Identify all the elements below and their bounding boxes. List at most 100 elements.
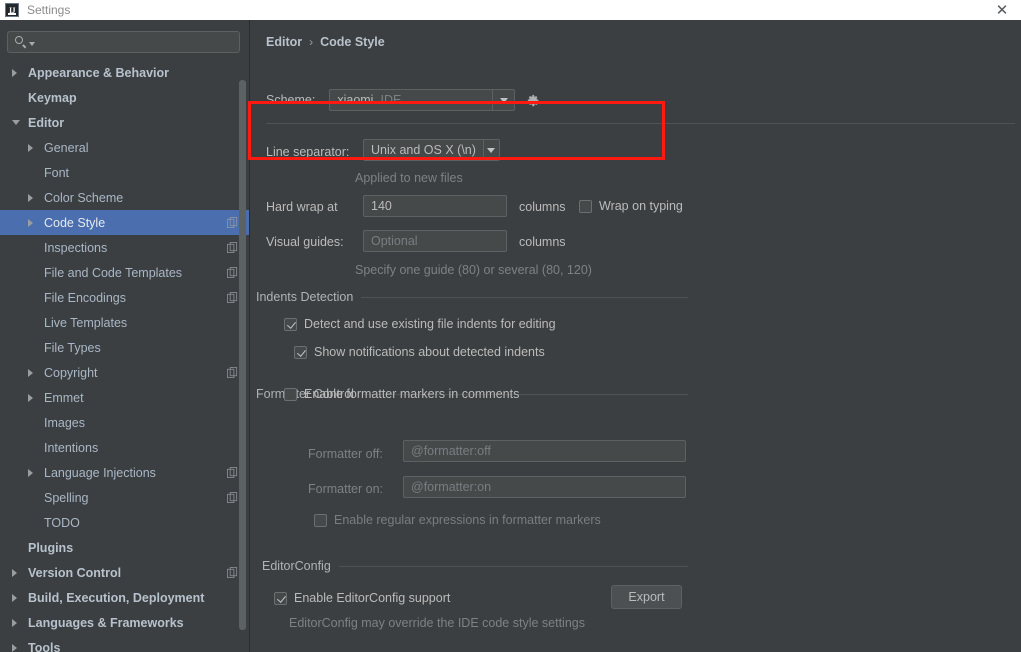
copy-settings-icon[interactable] — [227, 367, 238, 378]
search-input[interactable] — [35, 32, 239, 52]
chevron-right-icon[interactable] — [28, 143, 33, 152]
sidebar-item-keymap[interactable]: Keymap — [0, 85, 250, 110]
sidebar-item-plugins[interactable]: Plugins — [0, 535, 250, 560]
sidebar-item-inspections[interactable]: Inspections — [0, 235, 250, 260]
copy-settings-icon[interactable] — [227, 567, 238, 578]
scheme-settings-gear-button[interactable] — [527, 94, 550, 107]
copy-settings-icon[interactable] — [227, 267, 238, 278]
sidebar-item-images[interactable]: Images — [0, 410, 250, 435]
visual-guides-hint: Specify one guide (80) or several (80, 1… — [355, 263, 592, 277]
title-bar: IJ Settings ✕ — [0, 0, 1021, 20]
enable-regex-markers-row[interactable]: Enable regular expressions in formatter … — [314, 513, 601, 527]
formatter-on-input[interactable]: @formatter:on — [403, 476, 686, 498]
enable-formatter-markers-control[interactable]: Enable formatter markers in comments — [284, 387, 519, 401]
chevron-right-icon[interactable] — [28, 393, 33, 402]
scheme-combobox[interactable]: xiaomi IDE — [329, 89, 516, 111]
sidebar-item-label: Editor — [28, 115, 65, 130]
copy-settings-icon[interactable] — [227, 292, 238, 303]
indents-detection-section-header: Indents Detection — [256, 290, 688, 304]
export-button[interactable]: Export — [611, 585, 682, 609]
scheme-name: xiaomi — [337, 93, 374, 107]
sidebar-item-editor[interactable]: Editor — [0, 110, 250, 135]
sidebar-item-label: Build, Execution, Deployment — [28, 590, 205, 605]
editorconfig-section-header: EditorConfig — [262, 559, 688, 573]
sidebar-item-label: Color Scheme — [44, 190, 124, 205]
sidebar-item-font[interactable]: Font — [0, 160, 250, 185]
line-separator-value: Unix and OS X (\n) — [371, 143, 476, 157]
sidebar-item-live-templates[interactable]: Live Templates — [0, 310, 250, 335]
sidebar-item-file-and-code-templates[interactable]: File and Code Templates — [0, 260, 250, 285]
sidebar-item-copyright[interactable]: Copyright — [0, 360, 250, 385]
sidebar-item-version-control[interactable]: Version Control — [0, 560, 250, 585]
copy-settings-icon[interactable] — [227, 467, 238, 478]
enable-editorconfig-label: Enable EditorConfig support — [294, 591, 451, 605]
sidebar-scrollbar[interactable] — [239, 80, 246, 640]
sidebar-item-language-injections[interactable]: Language Injections — [0, 460, 250, 485]
copy-settings-icon — [227, 567, 238, 578]
copy-settings-icon[interactable] — [227, 492, 238, 503]
sidebar-item-file-types[interactable]: File Types — [0, 335, 250, 360]
chevron-right-icon[interactable] — [12, 643, 17, 652]
line-separator-combobox-arrow-icon[interactable] — [482, 140, 499, 160]
show-indent-notifications-checkbox[interactable] — [294, 345, 307, 359]
chevron-right-icon[interactable] — [12, 618, 17, 627]
sidebar-item-intentions[interactable]: Intentions — [0, 435, 250, 460]
chevron-right-icon[interactable] — [28, 193, 33, 202]
gear-dropdown-caret-icon[interactable] — [543, 101, 550, 104]
sidebar-item-code-style[interactable]: Code Style — [0, 210, 250, 235]
line-separator-hint: Applied to new files — [355, 171, 463, 185]
chevron-right-icon[interactable] — [12, 568, 17, 577]
close-icon[interactable]: ✕ — [989, 0, 1015, 20]
chevron-right-icon[interactable] — [28, 368, 33, 377]
enable-editorconfig-row[interactable]: Enable EditorConfig support — [274, 591, 450, 605]
detect-indents-row[interactable]: Detect and use existing file indents for… — [284, 317, 556, 331]
wrap-on-typing-checkbox[interactable] — [579, 199, 592, 213]
scheme-divider — [266, 123, 1015, 124]
chevron-right-icon[interactable] — [12, 593, 17, 602]
chevron-right-icon[interactable] — [12, 68, 17, 77]
sidebar-item-todo[interactable]: TODO — [0, 510, 250, 535]
sidebar-item-languages-frameworks[interactable]: Languages & Frameworks — [0, 610, 250, 635]
visual-guides-input[interactable]: Optional — [363, 230, 507, 252]
sidebar-item-spelling[interactable]: Spelling — [0, 485, 250, 510]
visual-guides-unit: columns — [519, 235, 566, 249]
copy-settings-icon[interactable] — [227, 217, 238, 228]
visual-guides-label: Visual guides: — [266, 235, 344, 249]
sidebar-scrollbar-thumb[interactable] — [239, 80, 246, 630]
search-field[interactable] — [7, 31, 240, 53]
chevron-down-icon[interactable] — [12, 120, 20, 125]
sidebar-item-label: Code Style — [44, 215, 106, 230]
breadcrumb-parent[interactable]: Editor — [266, 35, 302, 49]
sidebar-item-label: Live Templates — [44, 315, 128, 330]
formatter-on-label: Formatter on: — [308, 482, 384, 496]
copy-settings-icon — [227, 267, 238, 278]
enable-formatter-markers-checkbox[interactable] — [284, 387, 297, 401]
copy-settings-icon[interactable] — [227, 242, 238, 253]
show-indent-notifications-row[interactable]: Show notifications about detected indent… — [294, 345, 545, 359]
detect-indents-checkbox[interactable] — [284, 317, 297, 331]
sidebar-item-appearance-behavior[interactable]: Appearance & Behavior — [0, 60, 250, 85]
sidebar-item-label: TODO — [44, 515, 80, 530]
line-separator-combobox[interactable]: Unix and OS X (\n) — [363, 139, 500, 161]
breadcrumb-current: Code Style — [320, 35, 385, 49]
sidebar-item-tools[interactable]: Tools — [0, 635, 250, 652]
chevron-right-icon[interactable] — [28, 218, 33, 227]
sidebar-item-label: Languages & Frameworks — [28, 615, 184, 630]
wrap-on-typing-row[interactable]: Wrap on typing — [579, 199, 683, 213]
sidebar-item-build-execution-deployment[interactable]: Build, Execution, Deployment — [0, 585, 250, 610]
copy-settings-icon — [227, 492, 238, 503]
sidebar-item-label: Inspections — [44, 240, 108, 255]
sidebar-item-emmet[interactable]: Emmet — [0, 385, 250, 410]
sidebar-item-color-scheme[interactable]: Color Scheme — [0, 185, 250, 210]
sidebar-item-label: Copyright — [44, 365, 98, 380]
sidebar-item-label: File and Code Templates — [44, 265, 183, 280]
sidebar-item-file-encodings[interactable]: File Encodings — [0, 285, 250, 310]
enable-regex-markers-checkbox[interactable] — [314, 513, 327, 527]
scheme-combobox-arrow-icon[interactable] — [492, 90, 515, 110]
hard-wrap-input[interactable]: 140 — [363, 195, 507, 217]
sidebar-item-general[interactable]: General — [0, 135, 250, 160]
chevron-right-icon[interactable] — [28, 468, 33, 477]
intellij-logo-icon: IJ — [5, 3, 19, 17]
formatter-off-input[interactable]: @formatter:off — [403, 440, 686, 462]
enable-editorconfig-checkbox[interactable] — [274, 591, 287, 605]
